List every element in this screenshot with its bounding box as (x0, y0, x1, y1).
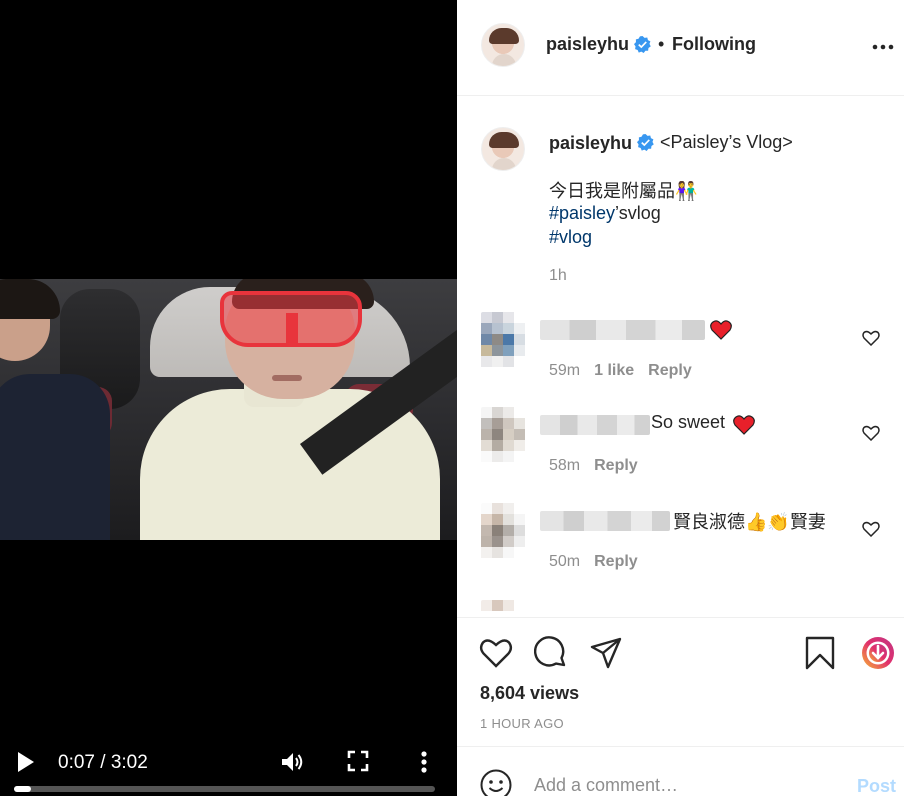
video-frame[interactable] (0, 279, 457, 540)
driver-body (0, 374, 110, 540)
comment-item: 59m 1 like Reply (457, 312, 904, 402)
post-sidebar: paisleyhu • Following paisleyhu <Paisley… (457, 0, 904, 796)
comment-avatar-blurred[interactable] (481, 312, 525, 372)
comment-bubble-icon[interactable] (534, 636, 568, 670)
comment-avatar-blurred[interactable] (481, 600, 525, 617)
reply-button[interactable]: Reply (648, 362, 692, 379)
play-icon[interactable] (16, 750, 36, 774)
reply-button[interactable]: Reply (594, 457, 638, 474)
comment-time: 58m (549, 457, 581, 474)
emoji-smile-icon[interactable] (480, 769, 512, 796)
caption-hashtag-line: #paisley’svlog (549, 203, 661, 224)
comment-item: So sweet 58m Reply (457, 407, 904, 497)
add-comment-bar: Post (457, 746, 904, 796)
caption-username[interactable]: paisleyhu (549, 133, 632, 154)
post-actions: 8,604 views 1 HOUR AGO (457, 617, 904, 747)
red-heart-emoji-icon (733, 415, 755, 435)
post-time-ago: 1 HOUR AGO (480, 716, 564, 731)
comment-time: 59m (549, 362, 581, 379)
comment-time: 50m (549, 553, 581, 570)
video-time: 0:07 / 3:02 (58, 752, 148, 774)
comment-likes[interactable]: 1 like (594, 362, 634, 379)
time-separator: / (94, 752, 111, 773)
volume-icon[interactable] (280, 750, 304, 774)
red-sunglasses (220, 291, 362, 347)
video-progress-bar[interactable] (14, 786, 435, 792)
comment-avatar-blurred[interactable] (481, 407, 525, 467)
reply-button[interactable]: Reply (594, 553, 638, 570)
post-header: paisleyhu • Following (457, 0, 904, 96)
comment-input[interactable] (534, 775, 834, 796)
comment-username-blurred[interactable] (540, 415, 650, 435)
post-button[interactable]: Post (857, 776, 896, 796)
header-username[interactable]: paisleyhu (546, 34, 629, 55)
heart-outline-icon[interactable] (862, 330, 880, 346)
video-progress-fill (14, 786, 31, 792)
comment-username-blurred[interactable] (540, 320, 705, 340)
verified-badge-icon (637, 134, 654, 151)
comment-text: 賢良淑德👍👏賢妻 (673, 512, 826, 532)
comment-avatar-blurred[interactable] (481, 503, 525, 563)
header-separator: • (658, 34, 665, 54)
comment-text: So sweet (651, 412, 726, 432)
red-heart-emoji-icon (710, 320, 732, 340)
heart-outline-icon[interactable] (862, 425, 880, 441)
comments-section[interactable]: paisleyhu <Paisley’s Vlog> 今日我是附屬品👫 #pai… (457, 97, 904, 617)
caption-title: <Paisley’s Vlog> (660, 132, 793, 152)
verified-badge-icon (634, 36, 651, 53)
following-button[interactable]: Following (672, 34, 756, 55)
bookmark-icon[interactable] (803, 636, 837, 670)
heart-outline-icon[interactable] (862, 521, 880, 537)
passenger-mouth (272, 375, 302, 381)
comment-item-partial (457, 600, 904, 617)
download-extension-icon[interactable] (861, 636, 895, 670)
video-player[interactable]: 0:07 / 3:02 (0, 0, 457, 796)
view-count[interactable]: 8,604 views (480, 683, 579, 704)
caption-avatar[interactable] (481, 127, 525, 171)
avatar[interactable] (481, 23, 525, 67)
hashtag-paisley[interactable]: #paisley (549, 203, 615, 223)
comment-username-blurred[interactable] (540, 511, 670, 531)
hashtag-suffix: ’svlog (615, 203, 661, 223)
duration: 3:02 (110, 752, 148, 773)
more-options-icon[interactable] (872, 44, 894, 50)
more-options-vertical-icon[interactable] (414, 750, 434, 774)
comment-meta: 50m Reply (549, 553, 638, 571)
like-heart-icon[interactable] (479, 636, 513, 670)
comment-meta: 58m Reply (549, 457, 638, 475)
current-time: 0:07 (58, 752, 95, 773)
fullscreen-icon[interactable] (347, 750, 369, 772)
hashtag-vlog[interactable]: #vlog (549, 227, 592, 248)
driver-hair (0, 279, 60, 319)
caption-time: 1h (549, 267, 567, 284)
caption-text: 今日我是附屬品👫 (549, 181, 698, 201)
comment-item: 賢良淑德👍👏賢妻 50m Reply (457, 503, 904, 593)
comment-meta: 59m 1 like Reply (549, 362, 692, 380)
video-controls: 0:07 / 3:02 (0, 736, 457, 796)
share-send-icon[interactable] (589, 636, 623, 670)
